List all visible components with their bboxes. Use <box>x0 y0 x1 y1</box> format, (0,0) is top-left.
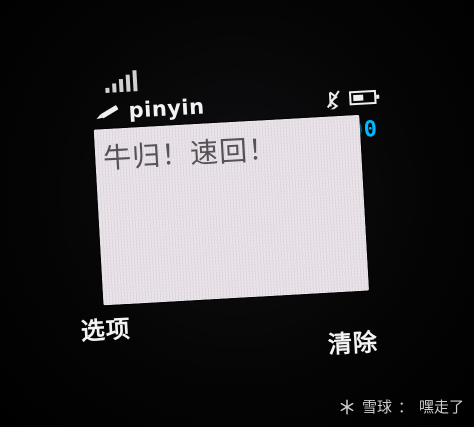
signal-bar-4 <box>125 74 131 92</box>
signal-bar-2 <box>112 83 117 93</box>
signal-bar-1 <box>105 87 110 93</box>
phone-screen: pinyin 6/900 牛归！速回！ 选项 清除 <box>66 49 400 360</box>
signal-bar-3 <box>118 78 124 93</box>
bluetooth-off-icon <box>325 89 342 112</box>
clear-softkey[interactable]: 清除 <box>327 322 379 360</box>
signal-bar-5 <box>132 70 138 92</box>
message-text[interactable]: 牛归！速回！ <box>102 127 278 177</box>
pencil-icon <box>97 99 125 123</box>
input-mode-indicator: pinyin <box>98 94 205 124</box>
watermark: 雪球 ： 嘿走了 <box>338 396 464 417</box>
phone-photo: pinyin 6/900 牛归！速回！ 选项 清除 <box>0 0 474 427</box>
options-softkey[interactable]: 选项 <box>80 309 132 347</box>
snowflake-logo-icon <box>340 399 354 414</box>
message-editor[interactable]: 牛归！速回！ <box>93 114 370 306</box>
watermark-separator: ： <box>397 398 413 416</box>
status-icons <box>325 87 377 112</box>
watermark-brand: 雪球 <box>361 398 392 416</box>
watermark-user: 嘿走了 <box>418 398 464 416</box>
battery-icon <box>348 89 377 106</box>
signal-bars-icon <box>104 69 138 93</box>
input-mode-label: pinyin <box>127 94 206 123</box>
battery-fill <box>353 94 364 102</box>
